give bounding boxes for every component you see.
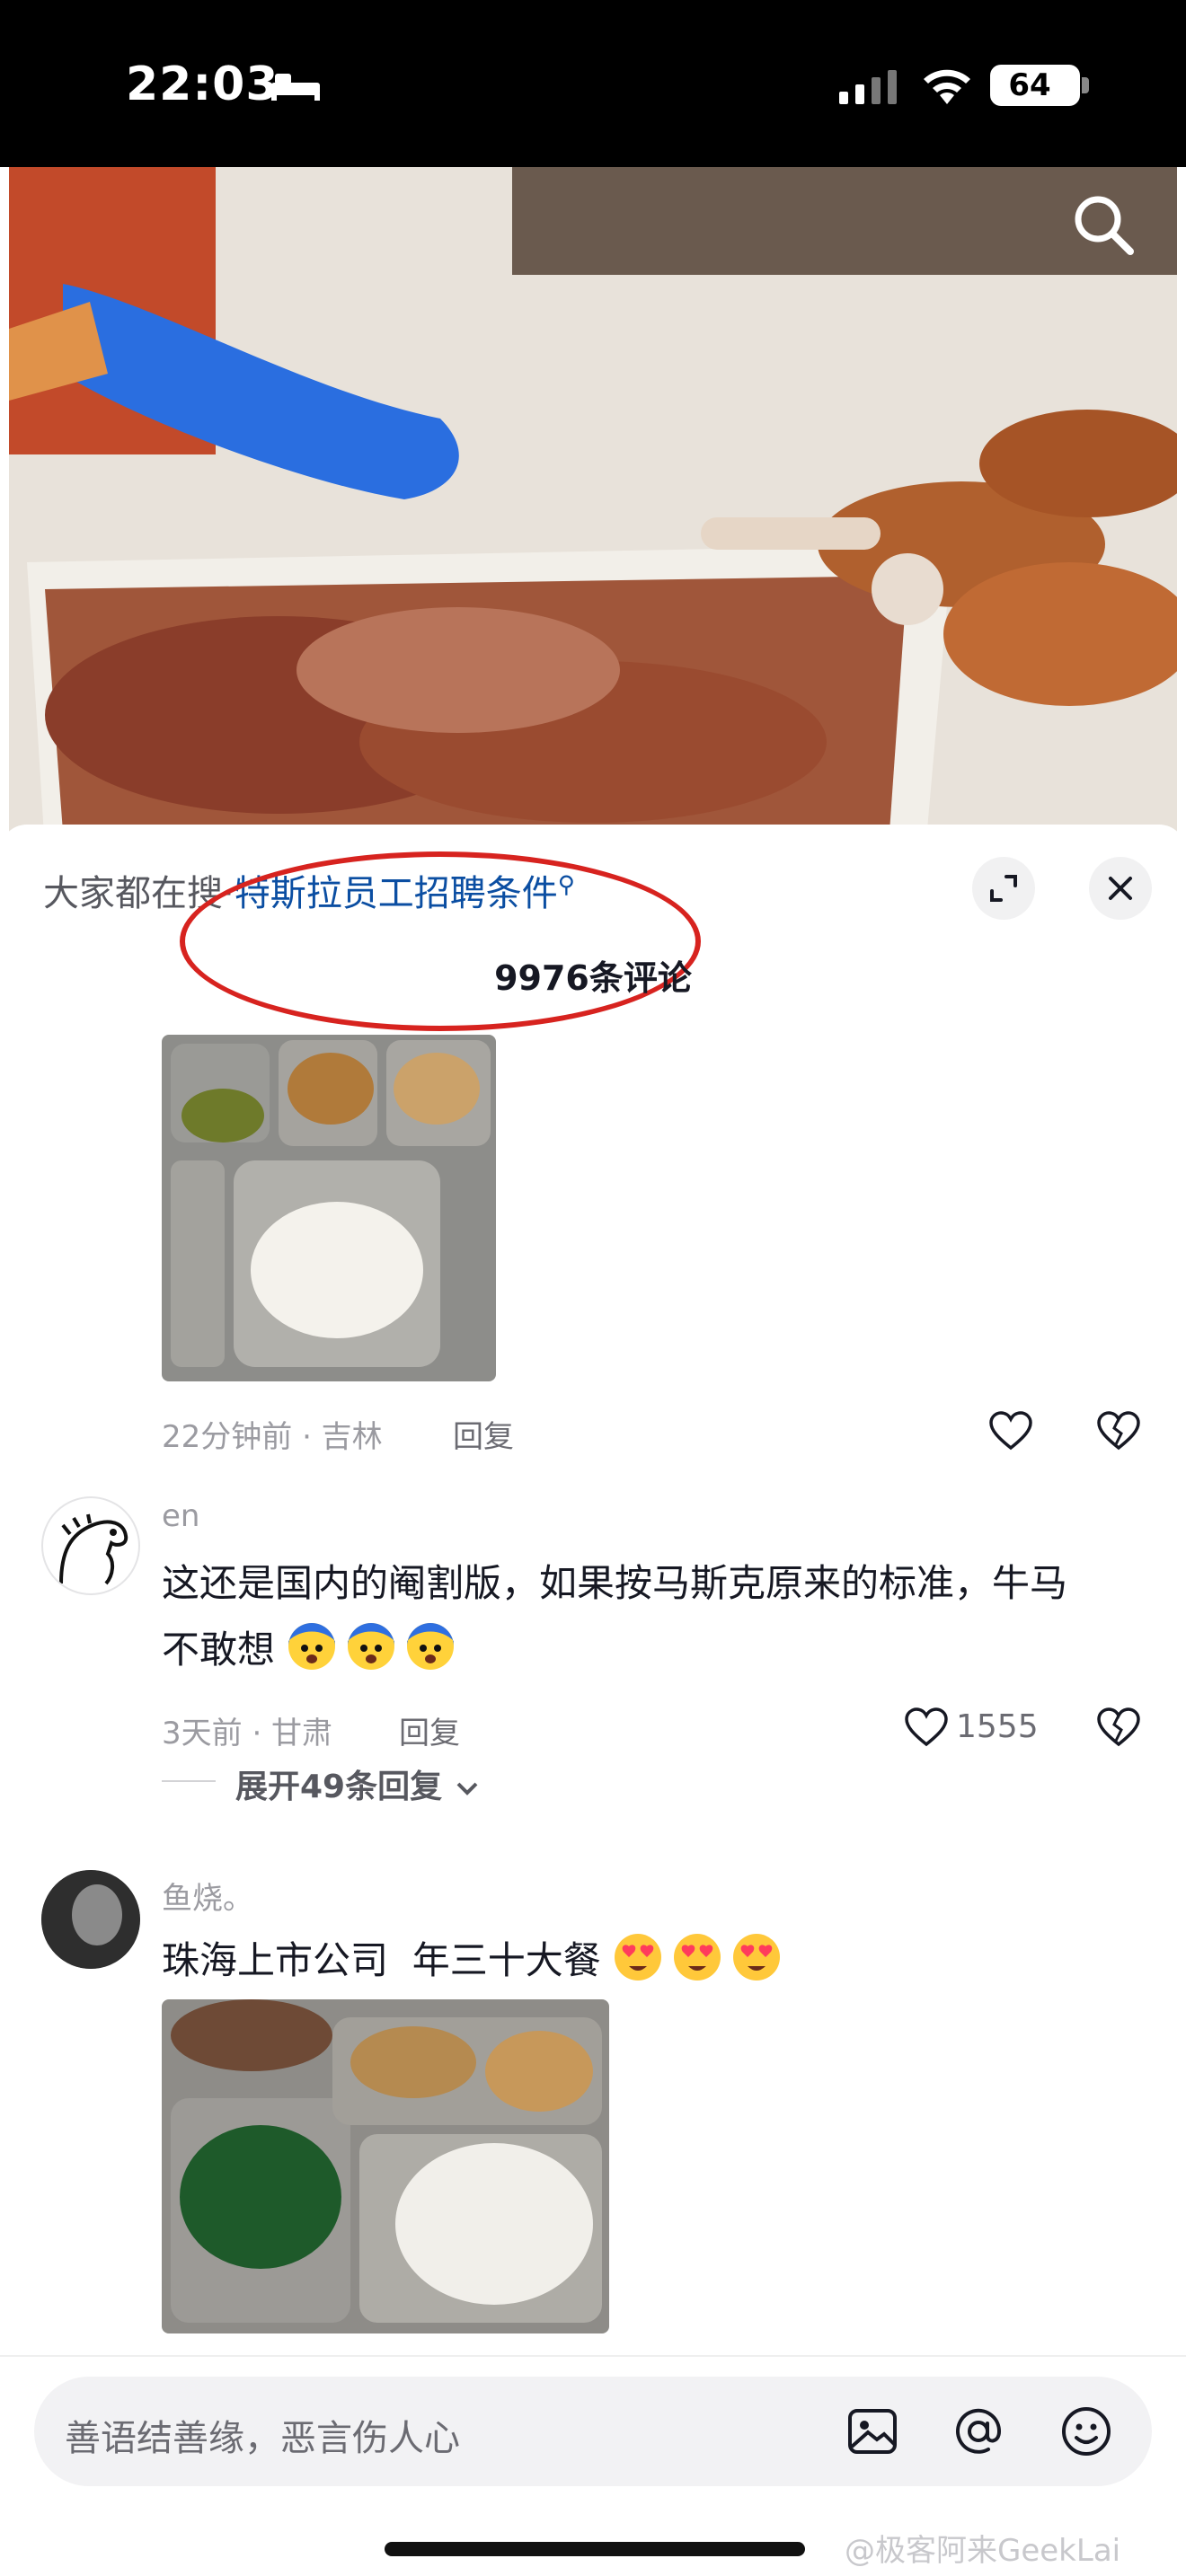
battery-level: 64 xyxy=(1008,67,1051,103)
comment-1-meta: 22分钟前 · 吉林 xyxy=(162,1419,383,1455)
mention-icon[interactable] xyxy=(951,2404,1006,2459)
avatar[interactable] xyxy=(41,1496,140,1595)
comment-3-text: 珠海上市公司 年三十大餐 xyxy=(162,1928,1132,1994)
expand-icon xyxy=(990,875,1017,902)
heart-eyes-emoji-icon xyxy=(733,1934,781,1981)
food-tray-image xyxy=(162,1035,496,1381)
watermark: @极客阿来GeekLai xyxy=(845,2533,1121,2569)
status-time: 22:03 xyxy=(126,57,279,111)
comment-2-meta: 3天前 · 甘肃 xyxy=(162,1716,333,1751)
scared-emoji-icon xyxy=(348,1623,395,1670)
comment-1-reply-button[interactable]: 回复 xyxy=(453,1412,514,1456)
comment-image-1[interactable] xyxy=(162,1035,496,1381)
sleep-focus-icon xyxy=(271,74,320,101)
comment-input-bar: 善语结善缘，恶言伤人心 @极客阿来GeekLai xyxy=(0,2355,1186,2576)
battery-indicator: 64 xyxy=(990,65,1080,106)
status-bar: 22:03 64 xyxy=(0,0,1186,167)
heart-eyes-emoji-icon xyxy=(615,1934,662,1981)
video-player[interactable] xyxy=(9,167,1177,850)
battery-cap xyxy=(1082,77,1089,93)
food-tray-image xyxy=(162,1999,609,2333)
comment-2-text-line-2: 不敢想 xyxy=(162,1617,1132,1683)
comment-2-text-line-1: 这还是国内的阉割版，如果按马斯克原来的标准，牛马 xyxy=(162,1561,1068,1605)
dark-avatar-icon xyxy=(41,1870,140,1969)
expand-divider xyxy=(162,1780,216,1782)
dinosaur-avatar-icon xyxy=(59,1513,128,1585)
chevron-down-icon xyxy=(456,1782,478,1795)
comment-panel: 大家都在搜·特斯拉员工招聘条件⚲ 9976条评论 22分钟前 · 吉林 回复 e… xyxy=(0,825,1186,2576)
comment-2-text-line-2-words: 不敢想 xyxy=(162,1628,276,1672)
heart-icon[interactable] xyxy=(904,1707,949,1748)
comment-input-placeholder: 善语结善缘，恶言伤人心 xyxy=(65,2418,460,2459)
expand-replies-button[interactable]: 展开49条回复 xyxy=(235,1760,481,1807)
close-icon xyxy=(1109,877,1132,900)
close-button[interactable] xyxy=(1089,857,1152,920)
comment-3-username[interactable]: 鱼烧。 xyxy=(162,1874,253,1918)
comment-input[interactable]: 善语结善缘，恶言伤人心 xyxy=(34,2377,1152,2486)
comment-image-3[interactable] xyxy=(162,1999,609,2333)
comment-3-text-words: 珠海上市公司 年三十大餐 xyxy=(162,1938,601,1982)
comment-2-like-count: 1555 xyxy=(956,1708,1039,1745)
comment-2-username[interactable]: en xyxy=(162,1498,199,1534)
broken-heart-icon[interactable] xyxy=(1096,1707,1141,1748)
scared-emoji-icon xyxy=(288,1623,336,1670)
emoji-icon[interactable] xyxy=(1058,2404,1114,2459)
red-annotation-circle xyxy=(180,851,701,1031)
search-icon[interactable] xyxy=(1067,189,1139,260)
comment-2-reply-button[interactable]: 回复 xyxy=(399,1708,460,1752)
home-indicator[interactable] xyxy=(385,2542,805,2556)
avatar[interactable] xyxy=(41,1870,140,1969)
expand-replies-label: 展开49条回复 xyxy=(235,1769,443,1805)
video-frame-image xyxy=(9,167,1177,850)
expand-button[interactable] xyxy=(972,857,1035,920)
heart-icon[interactable] xyxy=(988,1410,1033,1451)
comment-2-text: 这还是国内的阉割版，如果按马斯克原来的标准，牛马 不敢想 xyxy=(162,1550,1132,1683)
scared-emoji-icon xyxy=(407,1623,455,1670)
heart-eyes-emoji-icon xyxy=(674,1934,721,1981)
image-icon[interactable] xyxy=(845,2404,900,2459)
comment-count: 9976条评论 xyxy=(494,958,692,998)
wifi-icon xyxy=(924,69,970,104)
cellular-signal-icon xyxy=(839,70,897,104)
broken-heart-icon[interactable] xyxy=(1096,1410,1141,1451)
